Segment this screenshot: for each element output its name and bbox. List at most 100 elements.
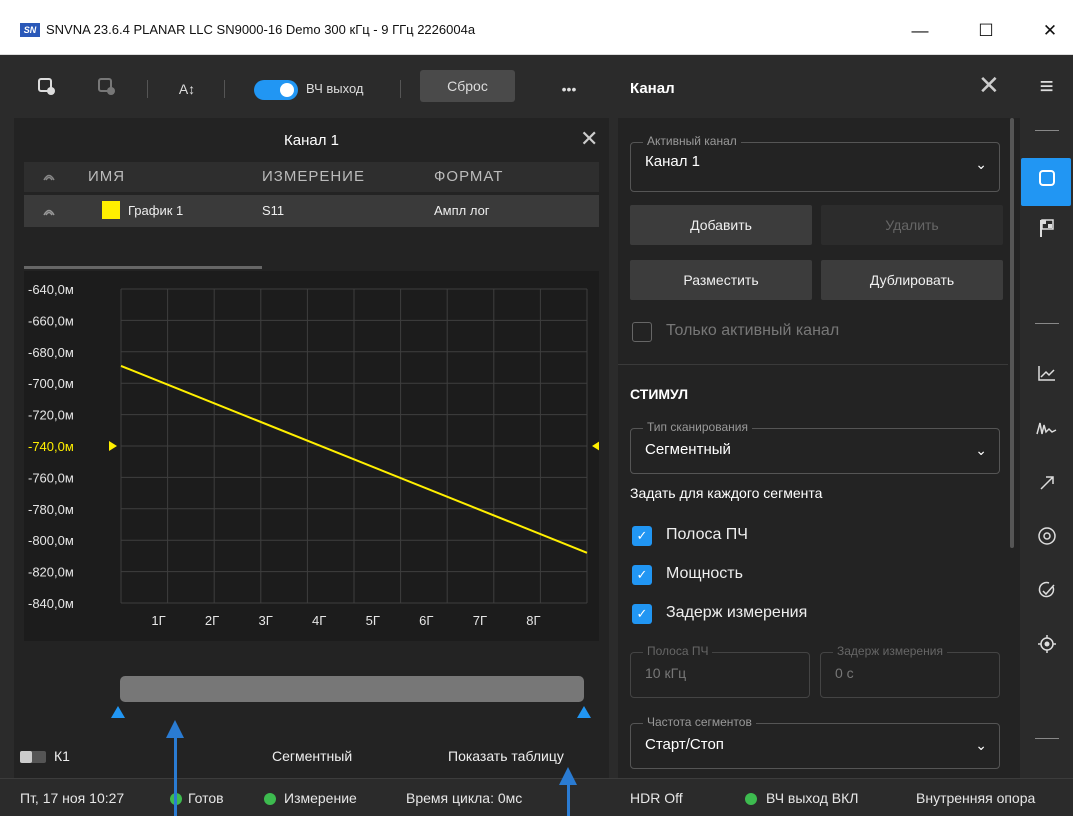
analysis-icon[interactable]: [1020, 580, 1073, 610]
channel-settings-panel: Канал ✕ Активный канал Канал 1 ⌄ Добавит…: [618, 58, 1020, 778]
arrange-button[interactable]: Разместить: [630, 260, 812, 300]
status-rf-on: ВЧ выход ВКЛ: [766, 790, 859, 806]
delay-field-value: 0 с: [835, 665, 854, 681]
panel-scrollbar[interactable]: [1010, 118, 1014, 548]
scan-type-select[interactable]: Тип сканирования Сегментный ⌄: [630, 420, 1000, 474]
trace-chart-icon[interactable]: [1020, 362, 1073, 392]
range-scrollbar[interactable]: [120, 676, 584, 702]
close-window-button[interactable]: ✕: [1030, 16, 1070, 46]
channel-title: Канал 1: [284, 132, 339, 149]
sweep-type-label[interactable]: Сегментный: [272, 748, 352, 764]
reset-button[interactable]: Сброс: [420, 70, 515, 102]
y-tick-label: -720,0м: [28, 408, 74, 423]
panel-title: Канал: [630, 80, 675, 97]
signal-waveform-icon[interactable]: [1020, 418, 1073, 448]
annotation-arrow-line: [567, 785, 570, 816]
ifbw-field-value: 10 кГц: [645, 665, 687, 681]
calibration-flag-icon[interactable]: [1020, 218, 1073, 248]
visibility-icon: [42, 170, 56, 188]
active-channel-select[interactable]: Активный канал Канал 1 ⌄: [630, 134, 1000, 192]
annotation-arrow-line: [174, 738, 177, 816]
x-tick-label: 5Г: [366, 613, 380, 628]
channel-icon[interactable]: [1020, 167, 1073, 197]
range-stop-handle-icon[interactable]: [577, 706, 591, 718]
y-tick-label: -800,0м: [28, 533, 74, 548]
status-datetime: Пт, 17 ноя 10:27: [20, 790, 125, 806]
per-segment-header: Задать для каждого сегмента: [630, 485, 823, 501]
channel-bottom-area: К1 Сегментный Показать таблицу: [14, 660, 609, 778]
sidebar-divider: [1035, 130, 1059, 131]
status-bar: Пт, 17 ноя 10:27 Готов Измерение Время ц…: [0, 778, 1073, 816]
channel-indicator-active: [20, 751, 32, 763]
app-logo: SN: [20, 23, 40, 37]
toolbar-separator: [400, 80, 401, 98]
show-table-link[interactable]: Показать таблицу: [448, 748, 564, 764]
trace-table-scrollbar[interactable]: [24, 266, 262, 269]
reference-marker-right-icon: [592, 441, 600, 451]
active-channel-value: Канал 1: [645, 153, 700, 170]
minimize-button[interactable]: —: [900, 16, 940, 46]
panel-divider: [618, 364, 1008, 365]
y-tick-label: -700,0м: [28, 376, 74, 391]
rf-output-toggle-knob: [280, 83, 294, 97]
ifbw-checkbox[interactable]: ✓: [632, 526, 652, 546]
ifbw-field[interactable]: Полоса ПЧ 10 кГц: [630, 644, 810, 698]
trace-row[interactable]: График 1 S11 Ампл лог: [24, 195, 599, 227]
duplicate-button[interactable]: Дублировать: [821, 260, 1003, 300]
segment-frequency-value: Старт/Стоп: [645, 736, 724, 753]
y-tick-label: -680,0м: [28, 345, 74, 360]
rf-on-indicator-icon: [745, 793, 757, 805]
delay-field-label: Задерж измерения: [833, 644, 947, 658]
toolbar-separator: [224, 80, 225, 98]
y-tick-label: -820,0м: [28, 565, 74, 580]
ifbw-field-label: Полоса ПЧ: [643, 644, 713, 658]
annotation-arrow-head-icon: [166, 720, 184, 738]
add-channel-button[interactable]: Добавить: [630, 205, 812, 245]
window-title: SNVNA 23.6.4 PLANAR LLC SN9000-16 Demo 3…: [46, 22, 476, 37]
x-tick-label: 8Г: [526, 613, 540, 628]
chevron-down-icon: ⌄: [975, 442, 987, 458]
column-header-measurement: ИЗМЕРЕНИЕ: [262, 168, 365, 185]
toolbar: A↕ ВЧ выход •••: [14, 58, 609, 118]
more-icon[interactable]: •••: [554, 76, 584, 102]
stimulus-header: СТИМУЛ: [630, 386, 689, 402]
status-measurement: Измерение: [284, 790, 357, 806]
power-checkbox[interactable]: ✓: [632, 565, 652, 585]
chevron-down-icon: ⌄: [975, 737, 987, 753]
marker-icon[interactable]: [1020, 526, 1073, 556]
x-tick-label: 3Г: [258, 613, 272, 628]
x-tick-label: 2Г: [205, 613, 219, 628]
delay-checkbox[interactable]: ✓: [632, 604, 652, 624]
scan-type-label: Тип сканирования: [643, 420, 752, 434]
trace-visibility-icon[interactable]: [42, 205, 56, 223]
range-start-handle-icon[interactable]: [111, 706, 125, 718]
column-header-name: ИМЯ: [88, 168, 126, 185]
panel-close-icon[interactable]: ✕: [978, 70, 1000, 101]
column-header-format: ФОРМАТ: [434, 168, 504, 185]
maximize-button[interactable]: ☐: [966, 16, 1006, 46]
delay-checkbox-label: Задерж измерения: [666, 604, 808, 621]
channel-label: К1: [54, 748, 70, 764]
annotation-arrow-head-icon: [559, 767, 577, 785]
status-reference: Внутренняя опора: [916, 790, 1036, 806]
remove-channel-icon[interactable]: [94, 76, 118, 102]
x-tick-label: 1Г: [151, 613, 165, 628]
y-tick-label: -660,0м: [28, 313, 74, 328]
delete-channel-button[interactable]: Удалить: [821, 205, 1003, 245]
right-sidebar: ≡: [1020, 58, 1073, 778]
add-channel-icon[interactable]: [34, 76, 58, 102]
y-tick-label: -640,0м: [28, 282, 74, 297]
chevron-down-icon: ⌄: [975, 156, 987, 172]
delay-field[interactable]: Задерж измерения 0 с: [820, 644, 1000, 698]
toolbar-separator: [147, 80, 148, 98]
segment-frequency-select[interactable]: Частота сегментов Старт/Стоп ⌄: [630, 715, 1000, 769]
text-size-icon[interactable]: A↕: [172, 76, 202, 102]
window-titlebar: SN SNVNA 23.6.4 PLANAR LLC SN9000-16 Dem…: [0, 0, 1073, 55]
y-tick-label: -840,0м: [28, 596, 74, 611]
menu-icon[interactable]: ≡: [1020, 72, 1073, 102]
channel-close-icon[interactable]: ✕: [580, 126, 598, 152]
scale-arrow-icon[interactable]: [1020, 472, 1073, 502]
trace-name: График 1: [128, 203, 184, 218]
target-icon[interactable]: [1020, 634, 1073, 664]
only-active-checkbox[interactable]: [632, 322, 652, 342]
